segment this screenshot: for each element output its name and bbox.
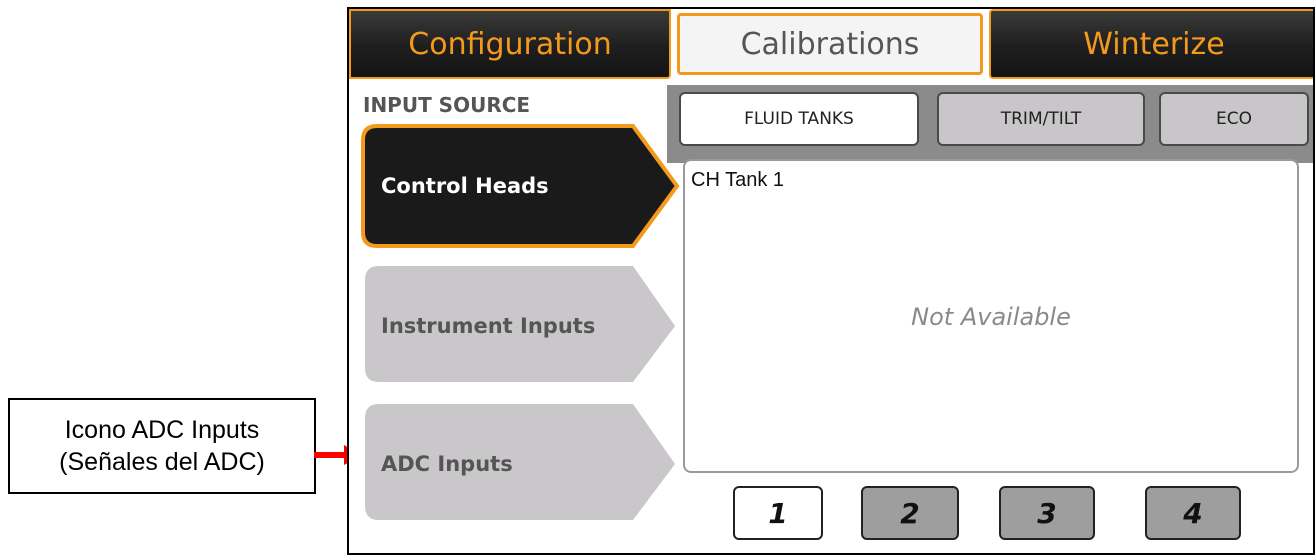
tab-winterize[interactable]: Winterize xyxy=(989,9,1313,79)
page-button-4[interactable]: 4 xyxy=(1145,486,1241,540)
panel-title: CH Tank 1 xyxy=(691,169,785,191)
tab-calibrations-label: Calibrations xyxy=(740,26,920,62)
subtab-fluid-tanks[interactable]: FLUID TANKS xyxy=(679,92,919,146)
subtab-trim-tilt[interactable]: TRIM/TILT xyxy=(937,92,1145,146)
tab-configuration[interactable]: Configuration xyxy=(349,9,671,79)
source-instrument-inputs-button[interactable]: Instrument Inputs xyxy=(361,264,681,388)
page-button-1[interactable]: 1 xyxy=(733,486,823,540)
subtab-eco-label: ECO xyxy=(1216,109,1252,129)
page-button-3[interactable]: 3 xyxy=(999,486,1095,540)
section-title: INPUT SOURCE xyxy=(363,93,531,117)
tab-winterize-label: Winterize xyxy=(1083,26,1225,62)
panel-status: Not Available xyxy=(911,303,1071,331)
source-control-heads-button[interactable]: Control Heads xyxy=(361,124,681,248)
source-control-heads-label: Control Heads xyxy=(381,174,549,198)
annotation-callout: Icono ADC Inputs (Señales del ADC) xyxy=(8,398,316,494)
device-screen: Configuration Calibrations Winterize INP… xyxy=(347,7,1315,555)
source-adc-inputs-label: ADC Inputs xyxy=(381,452,513,476)
annotation-line-2: (Señales del ADC) xyxy=(59,448,265,476)
page-button-2[interactable]: 2 xyxy=(861,486,959,540)
subtab-eco[interactable]: ECO xyxy=(1159,92,1309,146)
annotation-line-1: Icono ADC Inputs xyxy=(64,416,260,444)
tank-panel: CH Tank 1 Not Available xyxy=(683,159,1299,473)
source-instrument-inputs-label: Instrument Inputs xyxy=(381,314,596,338)
subtab-fluid-tanks-label: FLUID TANKS xyxy=(744,109,854,129)
sub-tab-bar: FLUID TANKS TRIM/TILT ECO xyxy=(667,85,1313,163)
tab-calibrations[interactable]: Calibrations xyxy=(677,13,983,75)
tab-configuration-label: Configuration xyxy=(408,26,612,62)
source-adc-inputs-button[interactable]: ADC Inputs xyxy=(361,402,681,526)
subtab-trim-tilt-label: TRIM/TILT xyxy=(1000,109,1082,129)
